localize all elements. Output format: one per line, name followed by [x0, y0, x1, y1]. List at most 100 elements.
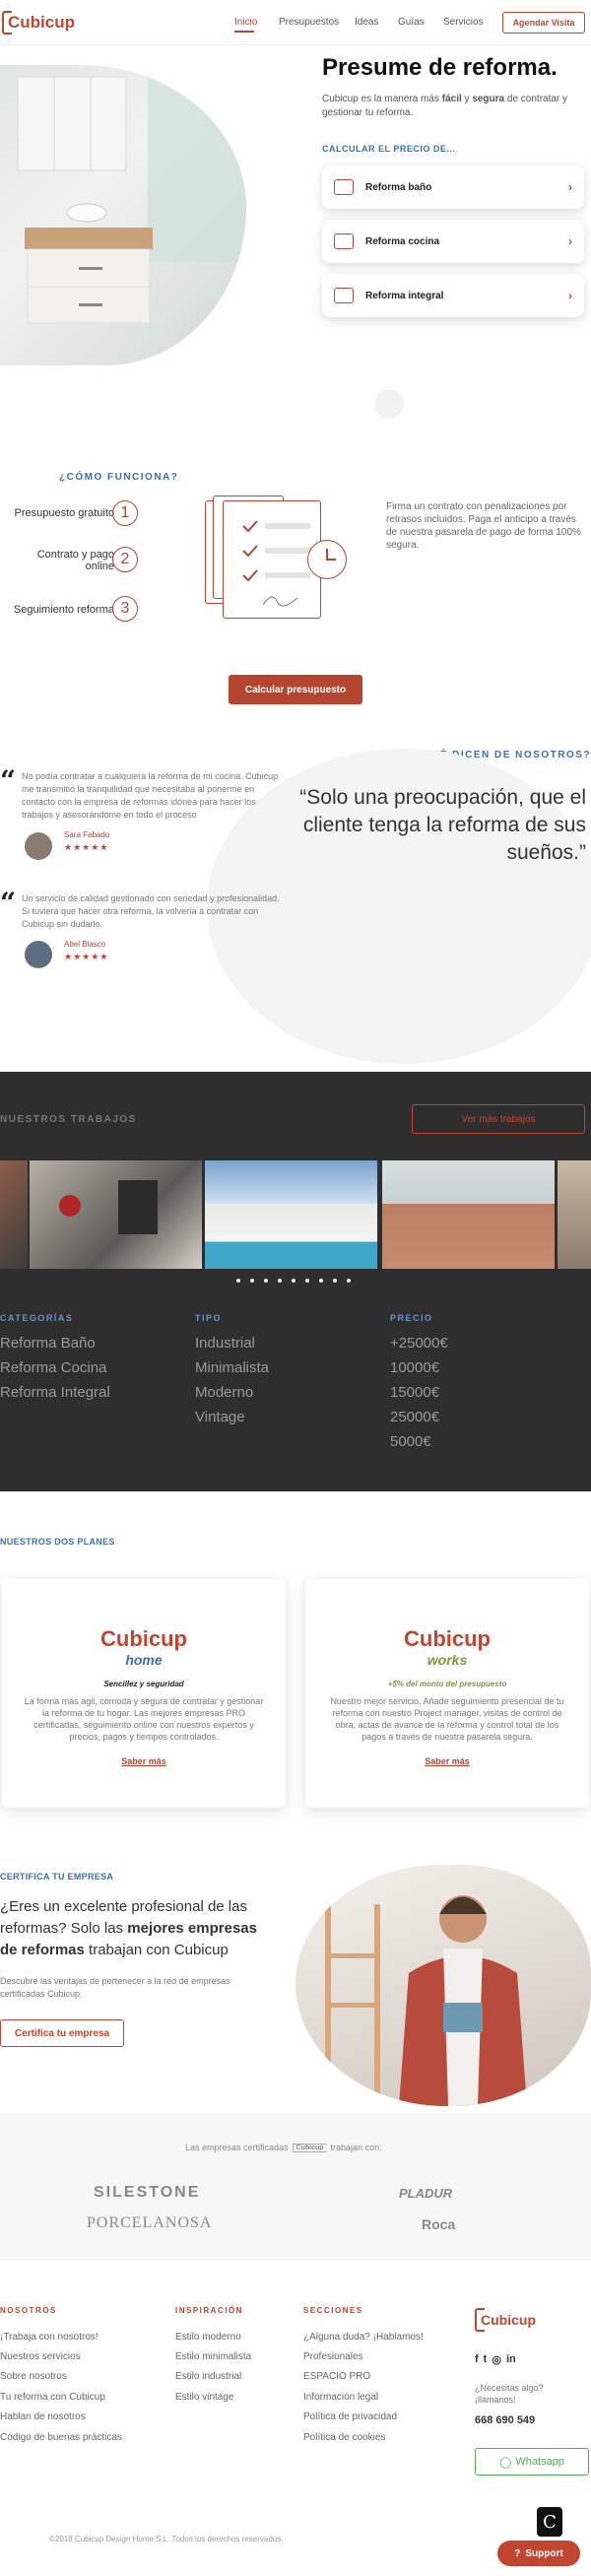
copyright: ©2018 Cubicup Design Home S.L. Todos los…	[49, 2535, 284, 2543]
work-photo[interactable]	[30, 1160, 202, 1269]
work-photo[interactable]	[0, 1160, 28, 1269]
saber-mas-link[interactable]: Saber más	[305, 1756, 589, 1766]
testimonial-text: No podía contratar a cualquiera la refor…	[22, 771, 279, 820]
phone-number[interactable]: 668 690 549	[475, 2414, 535, 2426]
site-header: Cubicup Inicio Presupuestos Ideas Guías …	[0, 0, 591, 45]
carousel-dot[interactable]	[333, 1279, 337, 1283]
reforma-cocina-card[interactable]: Reforma cocina ›	[322, 220, 584, 263]
testimonial-name: Abel Blasco	[64, 940, 106, 949]
footer-link[interactable]: Estilo vintage	[175, 2392, 233, 2403]
hero-subtitle: Cubicup es la manera más fácil y segura …	[322, 94, 568, 118]
testimonial-name: Sara Fabado	[64, 830, 110, 839]
carousel-dot[interactable]	[250, 1279, 254, 1283]
twitter-icon[interactable]: t	[484, 2353, 488, 2366]
card-label: Reforma baño	[365, 181, 432, 193]
certify-title: ¿Eres un excelente profesional de las re…	[0, 1898, 257, 1958]
plan-description: Nuestro mejor servicio. Añade seguimient…	[330, 1696, 564, 1742]
footer-link[interactable]: ¡Trabaja con nosotros!	[0, 2332, 98, 2343]
cubicup-logo[interactable]: Cubicup	[2, 11, 75, 34]
porcelanosa-logo: PORCELANOSA	[87, 2214, 213, 2231]
filter-item[interactable]: Vintage	[195, 1409, 245, 1425]
footer-link[interactable]: Nuestros servicios	[0, 2351, 81, 2362]
footer-link[interactable]: Tu reforma con Cubicup	[0, 2392, 105, 2403]
carousel-dot[interactable]	[319, 1279, 323, 1283]
carousel-dot[interactable]	[264, 1279, 268, 1283]
carousel-dot[interactable]	[347, 1279, 351, 1283]
footer-link[interactable]: Profesionales	[303, 2351, 363, 2362]
carousel-dot[interactable]	[278, 1279, 282, 1283]
whatsapp-button[interactable]: ◯ Whatsapp	[475, 2448, 589, 2476]
testimonial-text: Un servicio de calidad gestionado con se…	[22, 893, 280, 929]
filter-item[interactable]: 25000€	[390, 1409, 439, 1425]
filter-item[interactable]: Reforma Baño	[0, 1335, 96, 1352]
house-icon	[334, 288, 354, 303]
hero-bathroom-image	[0, 65, 246, 365]
plans-section-label: NUESTROS DOS PLANES	[0, 1537, 115, 1547]
reforma-bano-card[interactable]: Reforma baño ›	[322, 165, 584, 209]
footer-link[interactable]: Estilo moderno	[175, 2332, 241, 2343]
certifica-tu-empresa-button[interactable]: Certifica tu empresa	[0, 2019, 124, 2047]
filter-item[interactable]: Reforma Integral	[0, 1384, 110, 1401]
step-3-text: Seguimiento reforma	[13, 604, 114, 616]
facebook-icon[interactable]: f	[475, 2353, 479, 2366]
filter-item[interactable]: +25000€	[390, 1335, 448, 1352]
saber-mas-link[interactable]: Saber más	[2, 1756, 286, 1766]
plan-tagline: +5% del monto del presupuesto	[387, 1680, 507, 1688]
agendar-visita-button[interactable]: Agendar Visita	[502, 12, 585, 33]
carousel-dot[interactable]	[292, 1279, 296, 1283]
carousel-dot[interactable]	[305, 1279, 309, 1283]
reforma-integral-card[interactable]: Reforma integral ›	[322, 274, 584, 317]
star-rating: ★★★★★	[64, 842, 109, 852]
footer-link[interactable]: Información legal	[303, 2392, 378, 2403]
partners-intro: Las empresas certificadas Cubicup trabaj…	[185, 2143, 382, 2152]
step-3-number: 3	[112, 596, 138, 622]
footer-logo[interactable]: Cubicup	[475, 2308, 536, 2332]
social-icons: f t ◎ in	[475, 2353, 516, 2366]
step-2-number: 2	[112, 547, 138, 572]
footer-link[interactable]: Estilo industrial	[175, 2371, 241, 2382]
nav-ideas[interactable]: Ideas	[355, 17, 378, 28]
nav-inicio[interactable]: Inicio	[234, 17, 257, 28]
logo-text: Cubicup	[481, 2312, 536, 2328]
calc-price-label: CALCULAR EL PRECIO DE...	[322, 144, 456, 154]
ver-mas-trabajos-button[interactable]: Ver más trabajos	[412, 1104, 585, 1134]
filter-item[interactable]: Moderno	[195, 1384, 253, 1401]
footer-link[interactable]: Estilo minimalista	[175, 2351, 251, 2362]
filter-column-head: CATEGORÍAS	[0, 1313, 74, 1323]
bathtub-icon	[334, 179, 354, 195]
carousel-dot[interactable]	[236, 1279, 240, 1283]
footer-link[interactable]: Código de buenas prácticas	[0, 2432, 122, 2443]
footer-link[interactable]: ¿Alguna duda? ¡Hablamos!	[303, 2332, 424, 2343]
calcular-presupuesto-button[interactable]: Calcular presupuesto	[229, 675, 362, 704]
filter-column-head: TIPO	[195, 1313, 223, 1323]
footer-link[interactable]: ESPACIO PRO	[303, 2371, 370, 2382]
nav-presupuestos[interactable]: Presupuestos	[279, 17, 339, 28]
footer-link[interactable]: Hablan de nosotros	[0, 2411, 86, 2422]
footer-link[interactable]: Sobre nosotros	[0, 2371, 67, 2382]
filter-item[interactable]: Reforma Cocina	[0, 1359, 106, 1376]
filter-item[interactable]: 10000€	[390, 1359, 439, 1376]
filter-item[interactable]: 15000€	[390, 1384, 439, 1401]
partners-section	[0, 2113, 591, 2261]
footer-link[interactable]: Política de cookies	[303, 2432, 385, 2443]
support-chat-button[interactable]: ? Support	[497, 2541, 580, 2566]
cubicup-home-logo: Cubicup home	[100, 1626, 187, 1668]
card-label: Reforma integral	[365, 290, 444, 301]
nav-servicios[interactable]: Servicios	[443, 17, 484, 28]
linkedin-icon[interactable]: in	[506, 2353, 516, 2366]
silestone-logo: SILESTONE	[94, 2184, 201, 2201]
chevron-right-icon: ›	[568, 234, 572, 248]
instagram-icon[interactable]: ◎	[492, 2353, 501, 2366]
footer-link[interactable]: Política de privacidad	[303, 2411, 397, 2422]
featured-quote: “Solo una preocupación, que el cliente t…	[299, 786, 586, 864]
work-photo[interactable]	[382, 1160, 555, 1269]
work-photo[interactable]	[205, 1160, 377, 1269]
nav-guias[interactable]: Guías	[398, 17, 425, 28]
filter-item[interactable]: Industrial	[195, 1335, 255, 1352]
filter-item[interactable]: Minimalista	[195, 1359, 269, 1376]
filter-item[interactable]: 5000€	[390, 1433, 431, 1450]
avatar	[25, 941, 52, 968]
bathroom-illustration	[17, 65, 246, 324]
works-section-label: NUESTROS TRABAJOS	[0, 1114, 137, 1125]
work-photo[interactable]	[558, 1160, 591, 1269]
